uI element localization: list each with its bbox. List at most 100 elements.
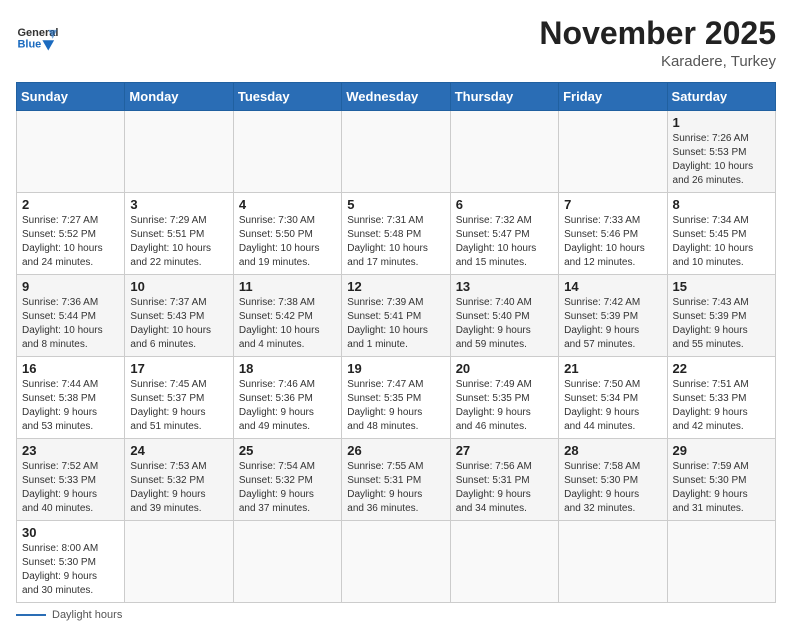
day-info: Sunrise: 7:31 AM Sunset: 5:48 PM Dayligh… — [347, 214, 444, 270]
day-number: 22 — [673, 361, 770, 376]
logo-svg: General Blue — [16, 16, 60, 60]
calendar-cell: 12Sunrise: 7:39 AM Sunset: 5:41 PM Dayli… — [342, 275, 450, 357]
day-number: 18 — [239, 361, 336, 376]
footer-line-icon — [16, 614, 46, 616]
calendar-cell: 1Sunrise: 7:26 AM Sunset: 5:53 PM Daylig… — [667, 111, 775, 193]
calendar-cell: 18 Sunrise: 7:46 AM Sunset: 5:36 PM Dayli… — [233, 357, 341, 439]
weekday-header-wednesday: Wednesday — [342, 83, 450, 111]
day-number: 10 — [130, 279, 227, 294]
day-info: Sunrise: 7:27 AM Sunset: 5:52 PM Dayligh… — [22, 214, 119, 270]
calendar-cell — [125, 111, 233, 193]
day-info: Sunrise: 7:43 AM Sunset: 5:39 PM Dayligh… — [673, 296, 770, 352]
calendar-table: SundayMondayTuesdayWednesdayThursdayFrid… — [16, 82, 776, 603]
calendar-week-5: 23 Sunrise: 7:52 AM Sunset: 5:33 PM Dayli… — [17, 439, 776, 521]
title-area: November 2025 Karadere, Turkey — [539, 16, 776, 70]
day-info: Sunrise: 7:42 AM Sunset: 5:39 PM Dayligh… — [564, 296, 661, 352]
day-info: Sunrise: 7:56 AM Sunset: 5:31 PM Dayligh… — [456, 460, 553, 516]
calendar-cell: 5Sunrise: 7:31 AM Sunset: 5:48 PM Daylig… — [342, 193, 450, 275]
calendar-cell: 27 Sunrise: 7:56 AM Sunset: 5:31 PM Dayli… — [450, 439, 558, 521]
calendar-cell — [450, 111, 558, 193]
day-info: Sunrise: 7:52 AM Sunset: 5:33 PM Dayligh… — [22, 460, 119, 516]
day-number: 29 — [673, 443, 770, 458]
day-info: Sunrise: 7:50 AM Sunset: 5:34 PM Dayligh… — [564, 378, 661, 434]
day-number: 19 — [347, 361, 444, 376]
daylight-label: Daylight hours — [52, 609, 122, 621]
day-info: Sunrise: 7:51 AM Sunset: 5:33 PM Dayligh… — [673, 378, 770, 434]
day-info: Sunrise: 7:36 AM Sunset: 5:44 PM Dayligh… — [22, 296, 119, 352]
calendar-week-4: 16Sunrise: 7:44 AM Sunset: 5:38 PM Dayli… — [17, 357, 776, 439]
day-info: Sunrise: 7:59 AM Sunset: 5:30 PM Dayligh… — [673, 460, 770, 516]
day-info: Sunrise: 7:46 AM Sunset: 5:36 PM Dayligh… — [239, 378, 336, 434]
calendar-cell — [233, 111, 341, 193]
weekday-header-saturday: Saturday — [667, 83, 775, 111]
day-number: 4 — [239, 197, 336, 212]
day-number: 14 — [564, 279, 661, 294]
day-number: 23 — [22, 443, 119, 458]
calendar-cell: 30 Sunrise: 8:00 AM Sunset: 5:30 PM Dayli… — [17, 521, 125, 603]
day-info: Sunrise: 7:45 AM Sunset: 5:37 PM Dayligh… — [130, 378, 227, 434]
month-year-title: November 2025 — [539, 16, 776, 51]
calendar-cell: 28 Sunrise: 7:58 AM Sunset: 5:30 PM Dayli… — [559, 439, 667, 521]
calendar-cell: 26 Sunrise: 7:55 AM Sunset: 5:31 PM Dayli… — [342, 439, 450, 521]
calendar-cell: 20 Sunrise: 7:49 AM Sunset: 5:35 PM Dayli… — [450, 357, 558, 439]
calendar-cell: 13Sunrise: 7:40 AM Sunset: 5:40 PM Dayli… — [450, 275, 558, 357]
day-info: Sunrise: 7:47 AM Sunset: 5:35 PM Dayligh… — [347, 378, 444, 434]
calendar-cell: 7 Sunrise: 7:33 AM Sunset: 5:46 PM Daylig… — [559, 193, 667, 275]
day-number: 15 — [673, 279, 770, 294]
calendar-cell: 15 Sunrise: 7:43 AM Sunset: 5:39 PM Dayli… — [667, 275, 775, 357]
day-info: Sunrise: 7:53 AM Sunset: 5:32 PM Dayligh… — [130, 460, 227, 516]
header: General Blue November 2025 Karadere, Tur… — [16, 16, 776, 70]
day-number: 2 — [22, 197, 119, 212]
weekday-header-thursday: Thursday — [450, 83, 558, 111]
day-info: Sunrise: 7:29 AM Sunset: 5:51 PM Dayligh… — [130, 214, 227, 270]
svg-text:Blue: Blue — [17, 39, 41, 51]
calendar-cell — [233, 521, 341, 603]
calendar-cell: 8 Sunrise: 7:34 AM Sunset: 5:45 PM Daylig… — [667, 193, 775, 275]
calendar-cell — [559, 111, 667, 193]
calendar-cell: 22 Sunrise: 7:51 AM Sunset: 5:33 PM Dayli… — [667, 357, 775, 439]
calendar-cell: 25Sunrise: 7:54 AM Sunset: 5:32 PM Dayli… — [233, 439, 341, 521]
day-number: 26 — [347, 443, 444, 458]
day-info: Sunrise: 8:00 AM Sunset: 5:30 PM Dayligh… — [22, 542, 119, 598]
calendar-cell — [17, 111, 125, 193]
calendar-cell: 9 Sunrise: 7:36 AM Sunset: 5:44 PM Daylig… — [17, 275, 125, 357]
day-number: 25 — [239, 443, 336, 458]
day-number: 1 — [673, 115, 770, 130]
day-number: 28 — [564, 443, 661, 458]
calendar-cell — [342, 521, 450, 603]
calendar-cell: 21Sunrise: 7:50 AM Sunset: 5:34 PM Dayli… — [559, 357, 667, 439]
weekday-header-row: SundayMondayTuesdayWednesdayThursdayFrid… — [17, 83, 776, 111]
day-info: Sunrise: 7:58 AM Sunset: 5:30 PM Dayligh… — [564, 460, 661, 516]
day-info: Sunrise: 7:38 AM Sunset: 5:42 PM Dayligh… — [239, 296, 336, 352]
day-number: 30 — [22, 525, 119, 540]
calendar-cell: 4 Sunrise: 7:30 AM Sunset: 5:50 PM Daylig… — [233, 193, 341, 275]
day-info: Sunrise: 7:39 AM Sunset: 5:41 PM Dayligh… — [347, 296, 444, 352]
logo: General Blue — [16, 16, 60, 60]
day-number: 11 — [239, 279, 336, 294]
day-number: 27 — [456, 443, 553, 458]
day-number: 9 — [22, 279, 119, 294]
weekday-header-sunday: Sunday — [17, 83, 125, 111]
day-info: Sunrise: 7:33 AM Sunset: 5:46 PM Dayligh… — [564, 214, 661, 270]
calendar-cell: 11 Sunrise: 7:38 AM Sunset: 5:42 PM Dayli… — [233, 275, 341, 357]
footer-note: Daylight hours — [16, 609, 776, 621]
calendar-cell — [667, 521, 775, 603]
location-subtitle: Karadere, Turkey — [539, 53, 776, 70]
day-number: 6 — [456, 197, 553, 212]
day-info: Sunrise: 7:32 AM Sunset: 5:47 PM Dayligh… — [456, 214, 553, 270]
calendar-cell — [125, 521, 233, 603]
day-number: 7 — [564, 197, 661, 212]
day-info: Sunrise: 7:49 AM Sunset: 5:35 PM Dayligh… — [456, 378, 553, 434]
day-info: Sunrise: 7:44 AM Sunset: 5:38 PM Dayligh… — [22, 378, 119, 434]
day-number: 20 — [456, 361, 553, 376]
calendar-cell — [450, 521, 558, 603]
day-number: 13 — [456, 279, 553, 294]
day-number: 17 — [130, 361, 227, 376]
day-number: 8 — [673, 197, 770, 212]
calendar-cell: 23 Sunrise: 7:52 AM Sunset: 5:33 PM Dayli… — [17, 439, 125, 521]
day-info: Sunrise: 7:55 AM Sunset: 5:31 PM Dayligh… — [347, 460, 444, 516]
day-number: 3 — [130, 197, 227, 212]
day-info: Sunrise: 7:34 AM Sunset: 5:45 PM Dayligh… — [673, 214, 770, 270]
calendar-cell: 6 Sunrise: 7:32 AM Sunset: 5:47 PM Daylig… — [450, 193, 558, 275]
day-info: Sunrise: 7:30 AM Sunset: 5:50 PM Dayligh… — [239, 214, 336, 270]
